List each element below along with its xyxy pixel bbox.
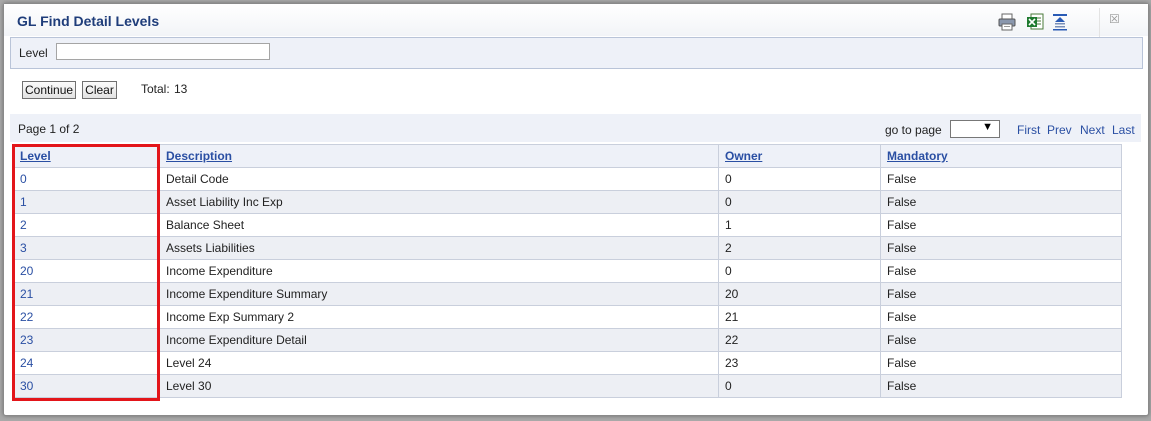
- table-row[interactable]: 30 Level 30 0 False: [13, 374, 1122, 398]
- prev-page-link[interactable]: Prev: [1047, 123, 1072, 137]
- title-bar[interactable]: GL Find Detail Levels ☒: [4, 4, 1148, 38]
- mandatory-cell: False: [880, 167, 1122, 191]
- chevron-down-icon[interactable]: ▼: [982, 121, 993, 133]
- owner-cell: 0: [718, 259, 881, 283]
- level-link[interactable]: 0: [13, 167, 160, 191]
- search-panel: Level: [10, 37, 1143, 69]
- excel-export-icon[interactable]: [1026, 13, 1044, 31]
- table-row[interactable]: 2 Balance Sheet 1 False: [13, 213, 1122, 237]
- description-cell: Asset Liability Inc Exp: [159, 190, 719, 214]
- last-page-link[interactable]: Last: [1112, 123, 1135, 137]
- detail-levels-table: Level Description Owner Mandatory 0 Deta…: [13, 144, 1122, 398]
- owner-cell: 21: [718, 305, 881, 329]
- level-search-label: Level: [19, 46, 48, 60]
- column-header-level[interactable]: Level: [13, 144, 160, 168]
- description-cell: Balance Sheet: [159, 213, 719, 237]
- level-link[interactable]: 3: [13, 236, 160, 260]
- level-search-input[interactable]: [56, 43, 270, 60]
- level-link[interactable]: 30: [13, 374, 160, 398]
- mandatory-cell: False: [880, 236, 1122, 260]
- level-link[interactable]: 24: [13, 351, 160, 375]
- goto-page-select[interactable]: ▼: [950, 120, 1000, 138]
- table-row[interactable]: 21 Income Expenditure Summary 20 False: [13, 282, 1122, 306]
- column-header-owner[interactable]: Owner: [718, 144, 881, 168]
- close-icon[interactable]: ☒: [1109, 12, 1120, 26]
- description-cell: Income Expenditure: [159, 259, 719, 283]
- owner-cell: 0: [718, 167, 881, 191]
- page-info: Page 1 of 2: [18, 122, 80, 136]
- goto-page-label: go to page: [885, 123, 942, 137]
- owner-cell: 22: [718, 328, 881, 352]
- table-row[interactable]: 20 Income Expenditure 0 False: [13, 259, 1122, 283]
- mandatory-cell: False: [880, 259, 1122, 283]
- mandatory-cell: False: [880, 374, 1122, 398]
- mandatory-cell: False: [880, 213, 1122, 237]
- next-page-link[interactable]: Next: [1080, 123, 1105, 137]
- table-row[interactable]: 3 Assets Liabilities 2 False: [13, 236, 1122, 260]
- owner-cell: 23: [718, 351, 881, 375]
- description-cell: Level 24: [159, 351, 719, 375]
- mandatory-cell: False: [880, 328, 1122, 352]
- description-cell: Income Expenditure Detail: [159, 328, 719, 352]
- owner-cell: 20: [718, 282, 881, 306]
- table-row[interactable]: 1 Asset Liability Inc Exp 0 False: [13, 190, 1122, 214]
- table-row[interactable]: 22 Income Exp Summary 2 21 False: [13, 305, 1122, 329]
- table-row[interactable]: 0 Detail Code 0 False: [13, 167, 1122, 191]
- owner-cell: 0: [718, 374, 881, 398]
- level-link[interactable]: 22: [13, 305, 160, 329]
- continue-button[interactable]: Continue: [22, 81, 76, 99]
- level-link[interactable]: 2: [13, 213, 160, 237]
- clear-button[interactable]: Clear: [82, 81, 117, 99]
- total-count: 13: [174, 82, 188, 96]
- mandatory-cell: False: [880, 305, 1122, 329]
- description-cell: Assets Liabilities: [159, 236, 719, 260]
- close-button[interactable]: ☒: [1099, 8, 1142, 38]
- level-link[interactable]: 20: [13, 259, 160, 283]
- description-cell: Level 30: [159, 374, 719, 398]
- owner-cell: 2: [718, 236, 881, 260]
- description-cell: Detail Code: [159, 167, 719, 191]
- mandatory-cell: False: [880, 282, 1122, 306]
- printer-icon[interactable]: [998, 13, 1016, 31]
- table-row[interactable]: 23 Income Expenditure Detail 22 False: [13, 328, 1122, 352]
- column-header-mandatory[interactable]: Mandatory: [880, 144, 1122, 168]
- description-cell: Income Expenditure Summary: [159, 282, 719, 306]
- column-header-description[interactable]: Description: [159, 144, 719, 168]
- level-link[interactable]: 23: [13, 328, 160, 352]
- level-link[interactable]: 21: [13, 282, 160, 306]
- owner-cell: 0: [718, 190, 881, 214]
- level-link[interactable]: 1: [13, 190, 160, 214]
- first-page-link[interactable]: First: [1017, 123, 1040, 137]
- owner-cell: 1: [718, 213, 881, 237]
- table-header-row: Level Description Owner Mandatory: [13, 144, 1122, 168]
- mandatory-cell: False: [880, 351, 1122, 375]
- dialog-title: GL Find Detail Levels: [17, 13, 160, 29]
- pager-bar: Page 1 of 2 go to page ▼ First Prev Next…: [10, 114, 1141, 142]
- mandatory-cell: False: [880, 190, 1122, 214]
- table-row[interactable]: 24 Level 24 23 False: [13, 351, 1122, 375]
- total-label: Total:: [141, 82, 170, 96]
- gl-find-detail-levels-dialog: GL Find Detail Levels ☒ Level Continue C…: [3, 3, 1149, 416]
- description-cell: Income Exp Summary 2: [159, 305, 719, 329]
- collapse-icon[interactable]: [1051, 13, 1069, 31]
